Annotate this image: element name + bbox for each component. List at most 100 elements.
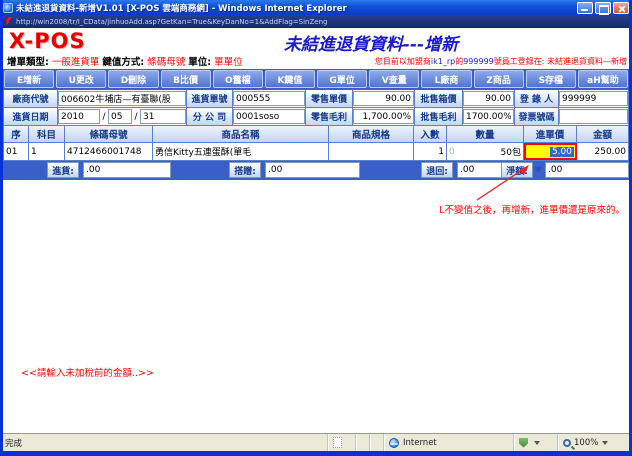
box-price-input[interactable] bbox=[463, 91, 514, 106]
date-year-cell bbox=[58, 108, 100, 125]
zoom-level: 100% bbox=[574, 438, 598, 448]
branch-label: 分 公 司 bbox=[187, 108, 233, 125]
row-qty-zero: 0 bbox=[449, 147, 455, 157]
help-button[interactable]: aH幫助 bbox=[578, 70, 628, 88]
key-label: 鍵值方式: bbox=[102, 57, 144, 68]
date-day-input[interactable] bbox=[140, 109, 186, 124]
compare-price-button[interactable]: B比價 bbox=[161, 70, 211, 88]
col-subject: 科目 bbox=[29, 126, 65, 142]
purchase-total-input[interactable] bbox=[83, 162, 171, 178]
invoice-label: 發票號碼 bbox=[515, 108, 559, 125]
add-button[interactable]: E增新 bbox=[4, 70, 54, 88]
ie-favicon-icon bbox=[3, 3, 13, 13]
status-page-panel bbox=[328, 434, 356, 451]
operator-cell bbox=[559, 90, 629, 107]
row-name: 勇信Kitty五連蛋酥(單毛 bbox=[153, 143, 329, 160]
vendor-input[interactable] bbox=[58, 91, 186, 106]
vendor-cell bbox=[58, 90, 187, 107]
type-value: 一般進貨單 bbox=[52, 57, 100, 68]
date-month-input[interactable] bbox=[108, 109, 132, 124]
date-year-input[interactable] bbox=[58, 109, 100, 124]
col-qty: 數量 bbox=[447, 126, 524, 142]
close-button[interactable] bbox=[613, 2, 629, 14]
purchase-total-label: 進貨: bbox=[47, 162, 79, 178]
page-content: X-POS 未結進退貨資料---增新 增單類型: 一般進貨單 鍵值方式: 條碼母… bbox=[3, 28, 629, 433]
wholesale-margin-cell bbox=[463, 108, 515, 125]
zone-text: Internet bbox=[403, 438, 437, 448]
retail-margin-input[interactable] bbox=[353, 109, 414, 124]
col-spec: 商品規格 bbox=[329, 126, 414, 142]
product-button[interactable]: Z商品 bbox=[474, 70, 524, 88]
col-barcode: 條碼母號 bbox=[65, 126, 153, 142]
operator-label: 登 錄 人 bbox=[515, 90, 559, 107]
login-mid: 的 bbox=[455, 57, 463, 66]
wholesale-margin-input[interactable] bbox=[463, 109, 514, 124]
login-info: 您目前以加盟商ik1_rp的999999號員工登錄在: 未結進退貨資料—新增 bbox=[375, 56, 627, 67]
retail-price-cell bbox=[353, 90, 415, 107]
annotation-note: L不變值之後，再增新，進單價還是原來的。 bbox=[439, 202, 625, 216]
form-row-1: 廠商代號 進貨單號 零售單價 批售箱價 登 錄 人 bbox=[3, 90, 629, 108]
zoom-caret-icon bbox=[602, 441, 608, 445]
old-file-button[interactable]: O舊檔 bbox=[213, 70, 263, 88]
vendor-button[interactable]: L廠商 bbox=[421, 70, 471, 88]
status-spacer-2 bbox=[370, 434, 384, 451]
address-bar[interactable]: http://win2008/tr/I_CData/jinhuoAdd.asp?… bbox=[0, 15, 632, 28]
status-bar: 完成 Internet 100% bbox=[0, 433, 632, 451]
key-value: 條碼母號 bbox=[147, 57, 185, 68]
col-unit-price: 進單價 bbox=[524, 126, 577, 142]
operator-input[interactable] bbox=[559, 91, 628, 106]
table-header-row: 序 科目 條碼母號 商品名稱 商品規格 入數 數量 進單價 金額 bbox=[3, 126, 629, 143]
wholesale-margin-label: 批售毛利 bbox=[415, 108, 463, 125]
bottom-hint-note: <<請輸入未加稅前的金額..>> bbox=[21, 365, 154, 379]
box-price-label: 批售箱價 bbox=[415, 90, 463, 107]
row-barcode: 4712466001748 bbox=[65, 143, 153, 160]
net-total-input[interactable] bbox=[545, 162, 629, 178]
row-unit-price-selected[interactable]: 5.00 bbox=[550, 147, 574, 157]
minimize-button[interactable] bbox=[577, 2, 593, 14]
order-no-input[interactable] bbox=[233, 91, 305, 106]
row-amount: 250.00 bbox=[577, 143, 629, 160]
row-subject: 1 bbox=[29, 143, 65, 160]
retail-margin-cell bbox=[353, 108, 415, 125]
date-day-cell bbox=[140, 108, 187, 125]
check-qty-button[interactable]: V查量 bbox=[369, 70, 419, 88]
window-title: 未結進退貨資料-新增V1.01 [X-POS 雲端商務網] - Windows … bbox=[16, 2, 577, 14]
date-sep-2: / bbox=[132, 108, 140, 125]
status-spacer-1 bbox=[356, 434, 370, 451]
retail-price-input[interactable] bbox=[353, 91, 414, 106]
date-month-cell bbox=[108, 108, 132, 125]
status-zone-panel: Internet bbox=[384, 434, 514, 451]
col-seq: 序 bbox=[3, 126, 29, 142]
save-button[interactable]: S存檔 bbox=[526, 70, 576, 88]
invoice-input[interactable] bbox=[559, 109, 628, 124]
subheader-row: 增單類型: 一般進貨單 鍵值方式: 條碼母號 單位: 單單位 您目前以加盟商ik… bbox=[7, 54, 627, 68]
delete-button[interactable]: D刪除 bbox=[108, 70, 158, 88]
address-url: http://win2008/tr/I_CData/jinhuoAdd.asp?… bbox=[16, 18, 327, 26]
gift-total-input[interactable] bbox=[265, 162, 360, 178]
login-prefix: 您目前以加盟商 bbox=[375, 57, 431, 66]
col-name: 商品名稱 bbox=[153, 126, 329, 142]
unit-value: 單單位 bbox=[214, 57, 243, 68]
retail-margin-label: 零售毛利 bbox=[306, 108, 353, 125]
vendor-label: 廠商代號 bbox=[3, 90, 58, 107]
unit-button[interactable]: G單位 bbox=[317, 70, 367, 88]
page-icon bbox=[333, 437, 342, 448]
date-sep-1: / bbox=[100, 108, 108, 125]
update-button[interactable]: U更改 bbox=[56, 70, 106, 88]
magnifier-icon bbox=[563, 439, 571, 447]
row-per-pack: 1 bbox=[414, 143, 447, 160]
col-amount: 金額 bbox=[577, 126, 629, 142]
maximize-button[interactable] bbox=[595, 2, 611, 14]
row-qty: 50包 bbox=[501, 145, 521, 158]
browser-window: 未結進退貨資料-新增V1.01 [X-POS 雲端商務網] - Windows … bbox=[0, 0, 632, 456]
form-row-2: 進貨日期 / / 分 公 司 零售毛利 批售毛利 發票號碼 bbox=[3, 108, 629, 126]
branch-input[interactable] bbox=[233, 109, 305, 124]
gift-total-label: 搭贈: bbox=[229, 162, 261, 178]
row-spec bbox=[329, 143, 414, 160]
zoom-control[interactable]: 100% bbox=[558, 434, 632, 451]
order-no-label: 進貨單號 bbox=[187, 90, 233, 107]
title-bar[interactable]: 未結進退貨資料-新增V1.01 [X-POS 雲端商務網] - Windows … bbox=[0, 0, 632, 15]
phishing-filter-panel[interactable] bbox=[514, 434, 558, 451]
unit-label: 單位: bbox=[188, 57, 211, 68]
key-value-button[interactable]: K鍵值 bbox=[265, 70, 315, 88]
